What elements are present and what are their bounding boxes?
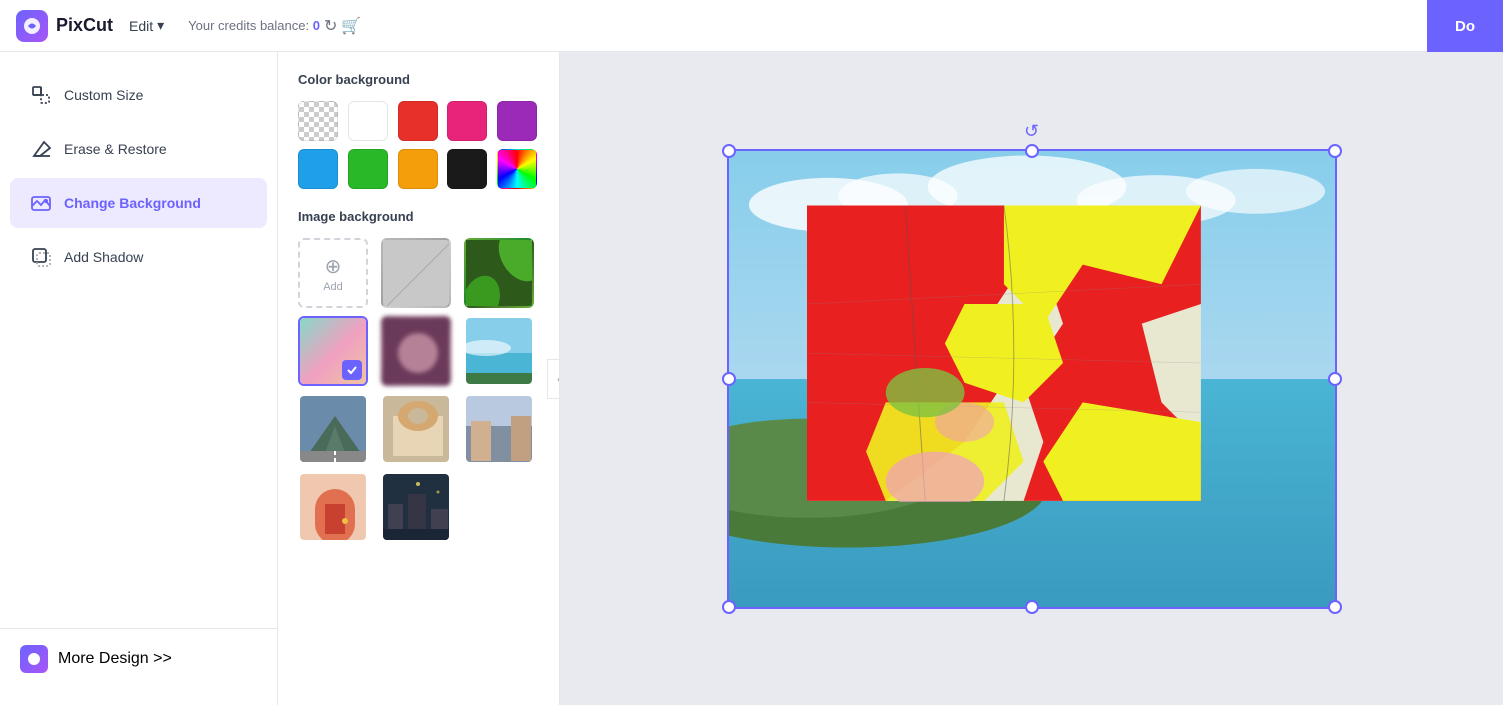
background-icon bbox=[30, 192, 52, 214]
sidebar-more-design[interactable]: More Design >> bbox=[0, 628, 277, 689]
add-image-bg-button[interactable]: ⊕ Add bbox=[298, 238, 368, 308]
handle-top-left[interactable] bbox=[722, 144, 736, 158]
color-swatch-green[interactable] bbox=[348, 149, 388, 189]
image-bg-thumb-arches[interactable] bbox=[381, 394, 451, 464]
color-swatch-rainbow[interactable] bbox=[497, 149, 537, 189]
sidebar-item-change-background-label: Change Background bbox=[64, 195, 201, 211]
handle-bottom-right[interactable] bbox=[1328, 600, 1342, 614]
color-grid bbox=[298, 101, 539, 189]
handle-bottom-center[interactable] bbox=[1025, 600, 1039, 614]
sidebar: Custom Size Erase & Restore Change Backg… bbox=[0, 52, 278, 705]
handle-top-right[interactable] bbox=[1328, 144, 1342, 158]
canvas-area: ↺ bbox=[560, 52, 1503, 705]
selected-check-badge bbox=[342, 360, 362, 380]
overlay-layer bbox=[807, 205, 1201, 501]
image-bg-thumb-beach[interactable] bbox=[464, 316, 534, 386]
image-bg-grid: ⊕ Add bbox=[298, 238, 539, 542]
color-swatch-orange[interactable] bbox=[398, 149, 438, 189]
crop-icon bbox=[30, 84, 52, 106]
image-bg-thumb-street[interactable] bbox=[464, 394, 534, 464]
logo-text: PixCut bbox=[56, 15, 113, 36]
image-bg-thumb-road[interactable] bbox=[298, 394, 368, 464]
logo: PixCut bbox=[16, 10, 113, 42]
credits-label: Your credits balance: 0 bbox=[188, 18, 320, 33]
sidebar-more-design-label: More Design >> bbox=[58, 650, 172, 668]
logo-icon bbox=[16, 10, 48, 42]
add-label: Add bbox=[323, 281, 343, 293]
overlay-svg bbox=[807, 205, 1201, 501]
header: PixCut Edit ▾ Your credits balance: 0 ↻ … bbox=[0, 0, 1503, 52]
color-bg-title: Color background bbox=[298, 72, 539, 87]
image-bg-thumb-door[interactable] bbox=[298, 472, 368, 542]
image-bg-thumb-gray[interactable] bbox=[381, 238, 451, 308]
sidebar-item-custom-size-label: Custom Size bbox=[64, 87, 143, 103]
canvas-image[interactable]: ↺ bbox=[727, 149, 1337, 609]
color-swatch-purple[interactable] bbox=[497, 101, 537, 141]
image-bg-title: Image background bbox=[298, 209, 539, 224]
edit-menu[interactable]: Edit ▾ bbox=[129, 17, 164, 34]
edit-chevron: ▾ bbox=[157, 17, 164, 34]
image-bg-thumb-city[interactable] bbox=[381, 472, 451, 542]
sidebar-item-erase-restore[interactable]: Erase & Restore bbox=[10, 124, 267, 174]
logo-svg bbox=[22, 16, 42, 36]
handle-top-center[interactable] bbox=[1025, 144, 1039, 158]
sidebar-item-add-shadow-label: Add Shadow bbox=[64, 249, 143, 265]
color-swatch-red[interactable] bbox=[398, 101, 438, 141]
handle-bottom-left[interactable] bbox=[722, 600, 736, 614]
design-icon bbox=[20, 645, 48, 673]
image-bg-thumb-coastal-selected[interactable] bbox=[298, 316, 368, 386]
done-button[interactable]: Do bbox=[1427, 0, 1503, 52]
image-bg-thumb-blur[interactable] bbox=[381, 316, 451, 386]
refresh-icon[interactable]: ↻ bbox=[324, 16, 337, 36]
handle-middle-right[interactable] bbox=[1328, 372, 1342, 386]
plus-icon: ⊕ bbox=[325, 254, 342, 279]
bg-panel: Color background Image background ⊕ Add bbox=[278, 52, 560, 705]
color-swatch-white[interactable] bbox=[348, 101, 388, 141]
color-swatch-black[interactable] bbox=[447, 149, 487, 189]
cart-icon[interactable]: 🛒 bbox=[341, 16, 361, 36]
color-swatch-transparent[interactable] bbox=[298, 101, 338, 141]
handle-middle-left[interactable] bbox=[722, 372, 736, 386]
sidebar-item-custom-size[interactable]: Custom Size bbox=[10, 70, 267, 120]
shadow-icon bbox=[30, 246, 52, 268]
edit-label: Edit bbox=[129, 18, 153, 34]
canvas-wrapper: ↺ bbox=[727, 149, 1337, 609]
sidebar-item-change-background[interactable]: Change Background bbox=[10, 178, 267, 228]
eraser-icon bbox=[30, 138, 52, 160]
sidebar-item-add-shadow[interactable]: Add Shadow bbox=[10, 232, 267, 282]
rotate-handle[interactable]: ↺ bbox=[1024, 121, 1039, 142]
image-bg-thumb-leaves[interactable] bbox=[464, 238, 534, 308]
color-swatch-blue[interactable] bbox=[298, 149, 338, 189]
sidebar-item-erase-restore-label: Erase & Restore bbox=[64, 141, 167, 157]
main-layout: Custom Size Erase & Restore Change Backg… bbox=[0, 52, 1503, 705]
color-swatch-pink[interactable] bbox=[447, 101, 487, 141]
panel-collapse-button[interactable]: ‹ bbox=[547, 359, 560, 399]
